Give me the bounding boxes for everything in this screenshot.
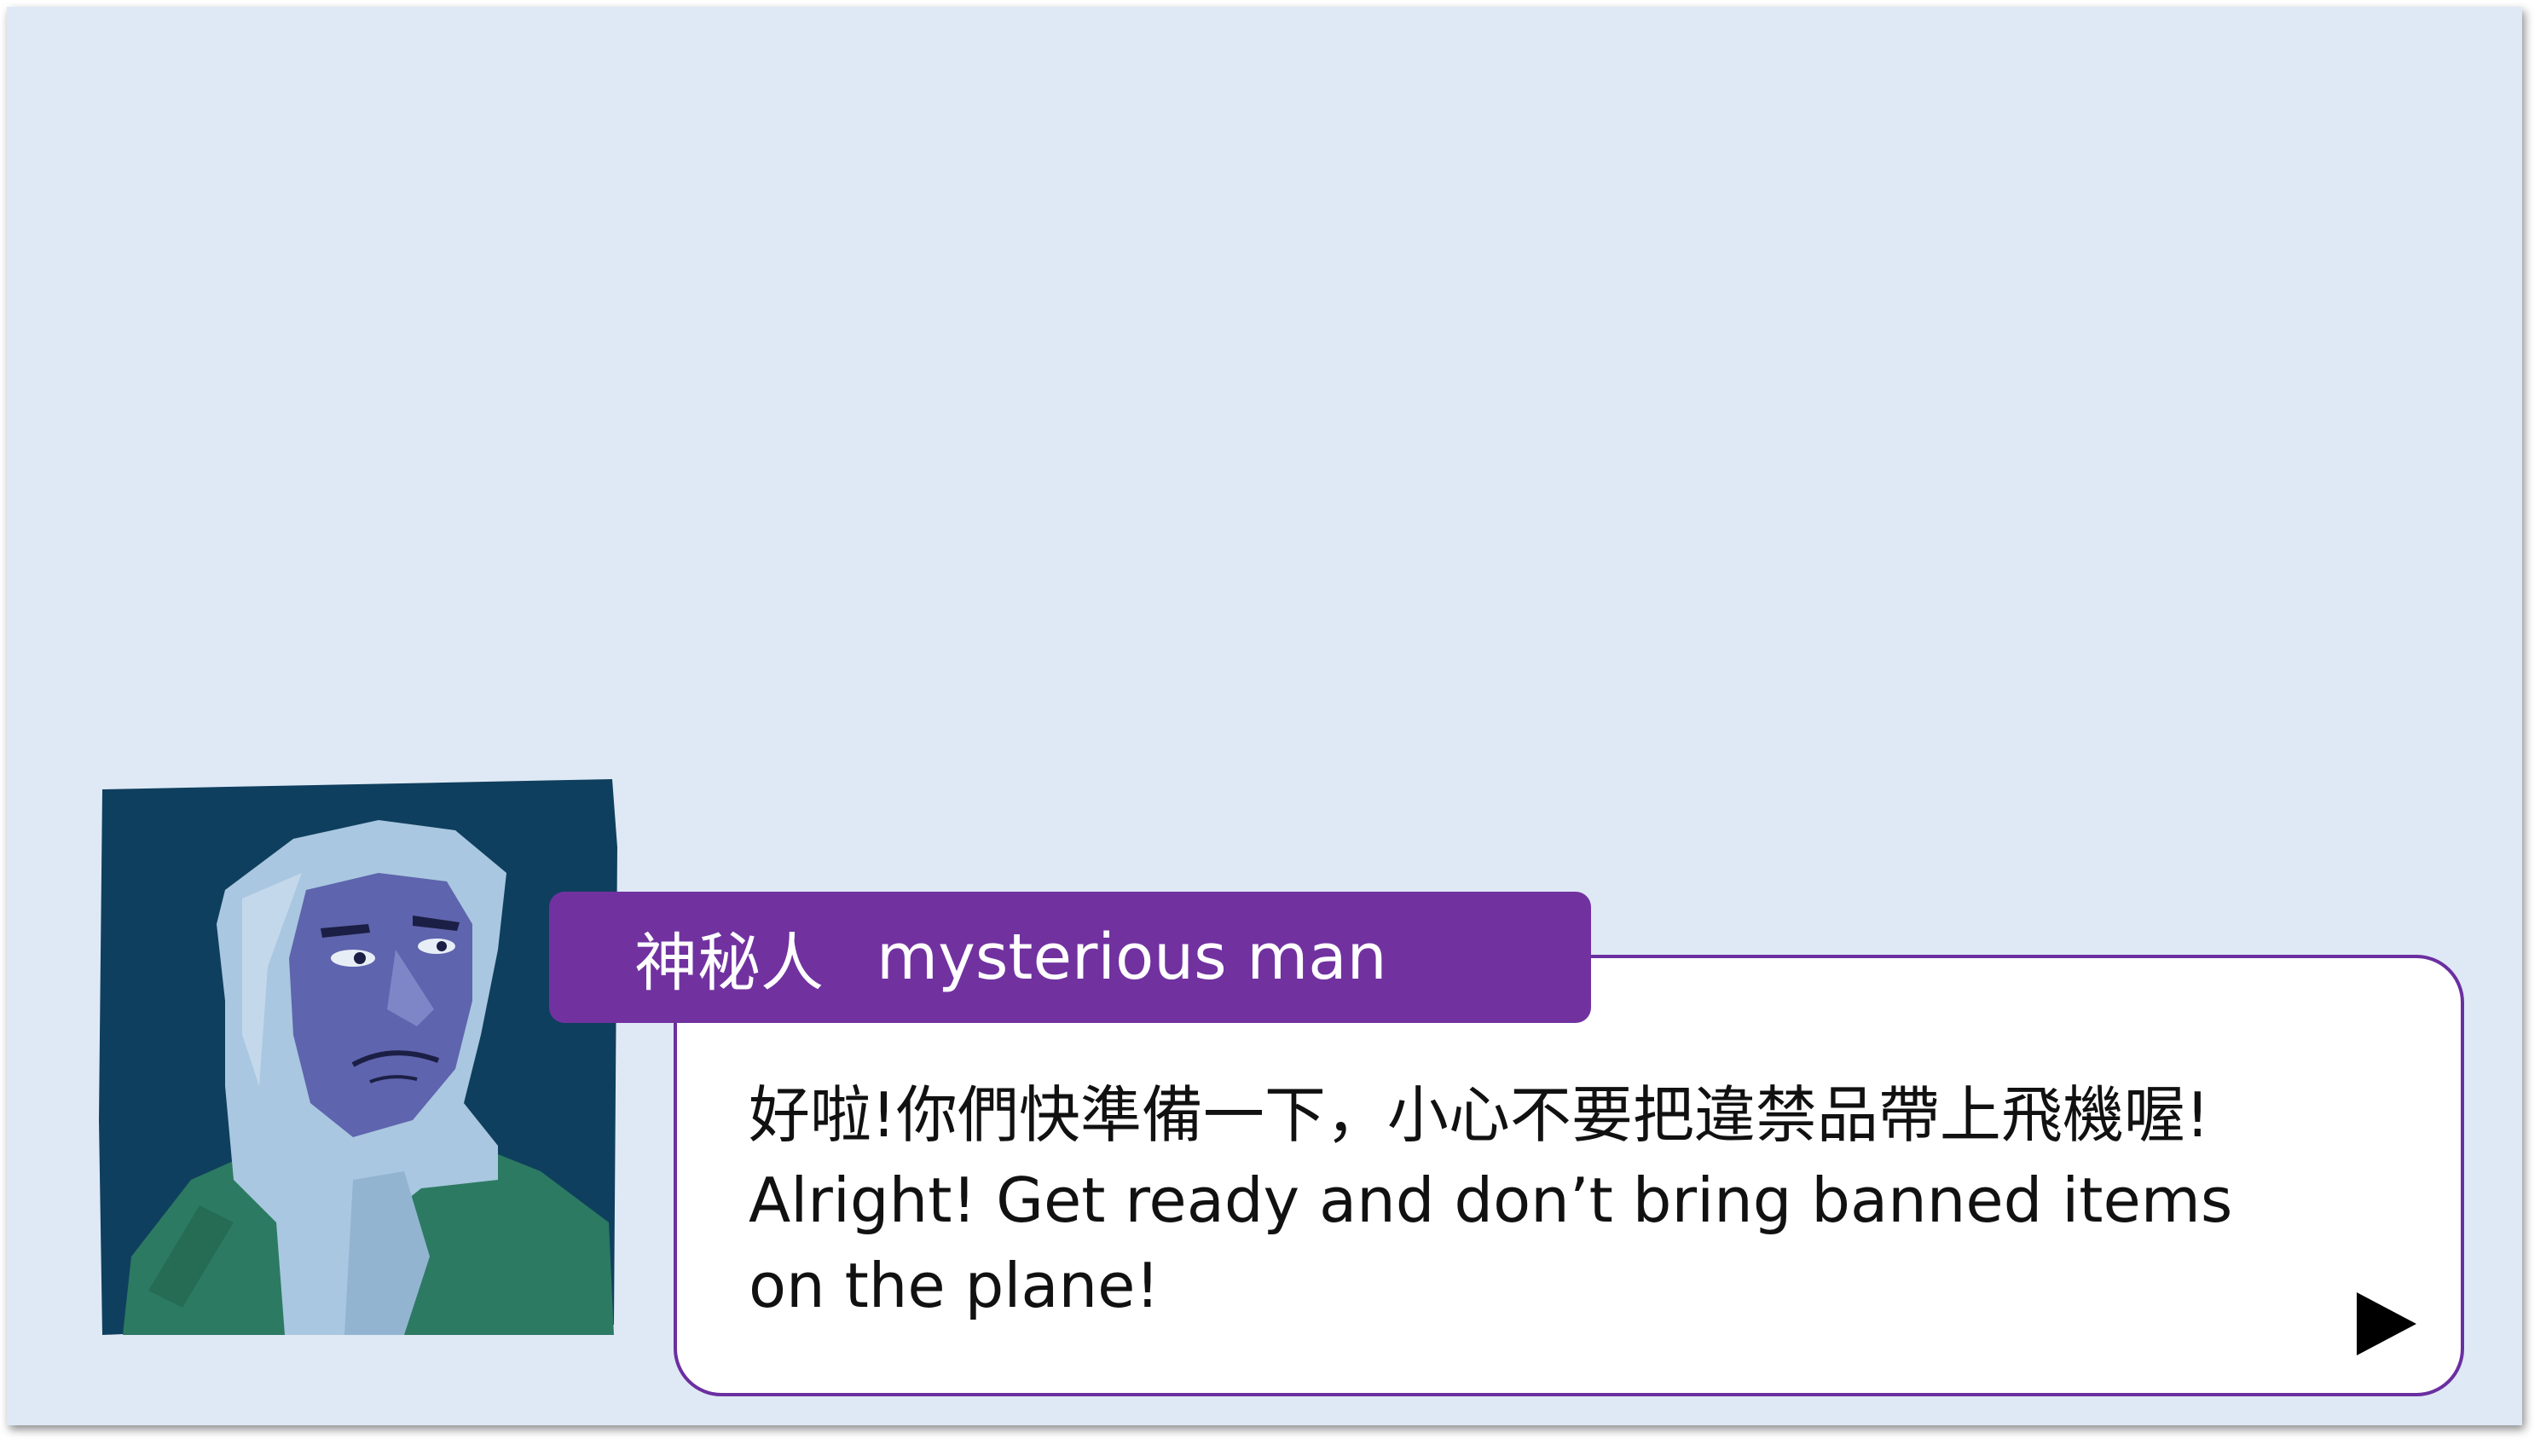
play-triangle-icon xyxy=(2357,1292,2416,1355)
dialog-line-zh: 好啦!你們快準備一下，小心不要把違禁品帶上飛機喔! xyxy=(749,1079,2210,1151)
dialog-line-en-1: Alright! Get ready and don’t bring banne… xyxy=(749,1164,2233,1236)
speaker-name-tag: 神秘人 mysterious man xyxy=(549,892,1591,1023)
speaker-name-zh: 神秘人 xyxy=(634,926,824,1000)
dialog-text: 好啦!你們快準備一下，小心不要把違禁品帶上飛機喔! Alright! Get r… xyxy=(749,1072,2420,1328)
mysterious-man-portrait xyxy=(99,779,617,1335)
next-dialog-button[interactable] xyxy=(2355,1291,2418,1357)
game-scene: 神秘人 mysterious man 好啦!你們快準備一下，小心不要把違禁品帶上… xyxy=(7,7,2522,1425)
speaker-name-en: mysterious man xyxy=(877,921,1387,994)
dialog-line-en-2: on the plane! xyxy=(749,1250,1160,1321)
character-portrait xyxy=(97,779,621,1335)
